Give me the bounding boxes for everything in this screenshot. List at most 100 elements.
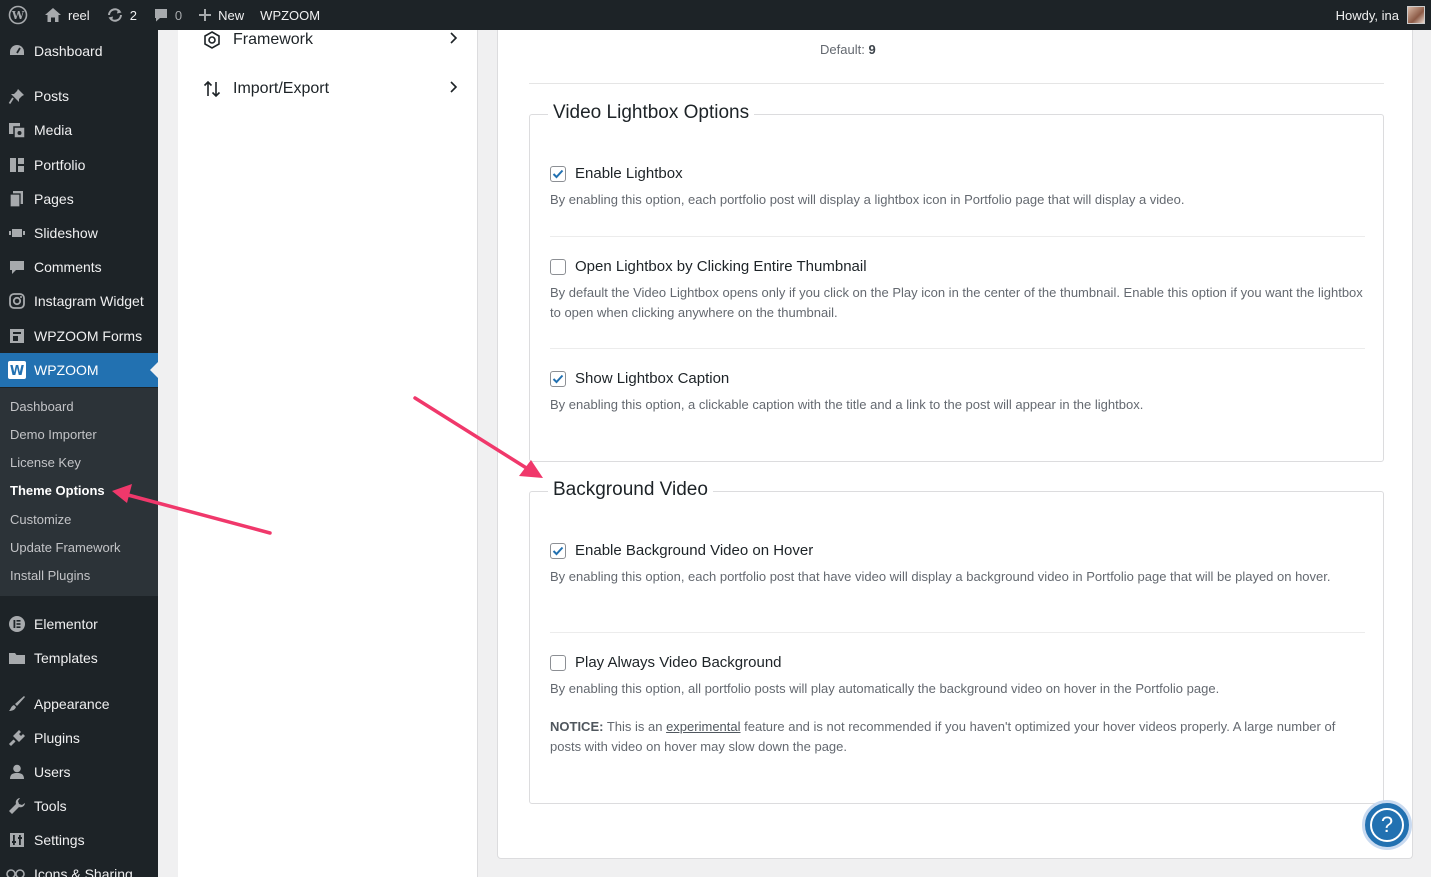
sidebar-item-label: Comments	[34, 259, 102, 275]
my-account[interactable]: Howdy, ina	[1336, 6, 1431, 24]
sidebar-item-plugins[interactable]: Plugins	[0, 721, 158, 755]
option-separator	[550, 236, 1365, 237]
submenu-item-customize[interactable]: Customize	[10, 512, 71, 527]
default-label: Default:	[820, 42, 865, 57]
folder-icon	[0, 649, 34, 667]
enable-lightbox-checkbox[interactable]	[550, 165, 566, 182]
chevron-right-icon	[448, 80, 458, 98]
option-separator	[550, 348, 1365, 349]
experimental-link[interactable]: experimental	[666, 719, 740, 734]
site-name: reel	[68, 7, 90, 23]
comment-bubble-icon	[153, 7, 169, 23]
instagram-icon	[0, 292, 34, 310]
submenu-item-license-key[interactable]: License Key	[10, 455, 81, 470]
sidebar-item-instagram-widget[interactable]: Instagram Widget	[0, 284, 158, 318]
show-lightbox-caption-checkbox[interactable]	[550, 370, 566, 387]
sidebar-item-posts[interactable]: Posts	[0, 79, 158, 113]
options-nav-label: Framework	[233, 31, 314, 48]
option-label-text: Play Always Video Background	[575, 654, 782, 671]
submenu-item-dashboard[interactable]: Dashboard	[10, 399, 74, 414]
option-label-text: Show Lightbox Caption	[575, 370, 730, 387]
howdy-text: Howdy, ina	[1335, 7, 1399, 23]
sidebar-item-label: Instagram Widget	[34, 293, 144, 309]
sidebar-item-label: Slideshow	[34, 225, 98, 241]
sidebar-item-slideshow[interactable]: Slideshow	[0, 216, 158, 250]
option-label-text: Open Lightbox by Clicking Entire Thumbna…	[575, 258, 867, 275]
sidebar-item-wpzoom-forms[interactable]: WPZOOM Forms	[0, 319, 158, 353]
option-description: By enabling this option, each portfolio …	[550, 569, 1331, 584]
sidebar-item-icons-sharing[interactable]: Icons & Sharing	[0, 857, 158, 877]
home-icon	[44, 7, 62, 23]
sidebar-item-comments[interactable]: Comments	[0, 250, 158, 284]
divider	[529, 83, 1384, 84]
sidebar-item-label: Dashboard	[34, 43, 103, 59]
portfolio-icon	[0, 156, 34, 174]
slideshow-icon	[0, 224, 34, 242]
svg-text:W: W	[11, 9, 25, 22]
wordpress-logo-icon: W	[8, 5, 28, 25]
sidebar-item-label: Plugins	[34, 730, 80, 746]
sidebar-item-tools[interactable]: Tools	[0, 789, 158, 823]
sidebar-item-label: Tools	[34, 798, 67, 814]
sidebar-item-portfolio[interactable]: Portfolio	[0, 148, 158, 182]
sidebar-item-settings[interactable]: Settings	[0, 823, 158, 857]
sidebar-item-label: Elementor	[34, 616, 98, 632]
user-icon	[0, 763, 34, 781]
site-name-link[interactable]: reel	[36, 0, 98, 30]
submenu-item-demo-importer[interactable]: Demo Importer	[10, 427, 97, 442]
comments-link[interactable]: 0	[145, 0, 190, 30]
options-nav-import-export[interactable]: Import/Export	[202, 77, 458, 101]
updates-link[interactable]: 2	[98, 0, 145, 30]
option-label[interactable]: Open Lightbox by Clicking Entire Thumbna…	[550, 258, 1365, 275]
option-label[interactable]: Enable Background Video on Hover	[550, 542, 1365, 559]
options-nav-framework[interactable]: Framework	[202, 30, 458, 50]
wpzoom-bar-link[interactable]: WPZOOM	[252, 0, 328, 30]
wordpress-logo-button[interactable]: W	[0, 0, 36, 30]
option-label[interactable]: Show Lightbox Caption	[550, 370, 1365, 387]
sidebar-item-users[interactable]: Users	[0, 755, 158, 789]
pin-icon	[0, 87, 34, 105]
video-lightbox-section: Video Lightbox Options Enable Lightbox B…	[529, 102, 1384, 462]
open-lightbox-thumbnail-checkbox[interactable]	[550, 258, 566, 275]
submenu-item-theme-options[interactable]: Theme Options	[10, 483, 105, 498]
help-button[interactable]: ?	[1362, 800, 1412, 850]
submenu-item-install-plugins[interactable]: Install Plugins	[10, 568, 90, 583]
sidebar-item-media[interactable]: Media	[0, 113, 158, 147]
plus-icon	[198, 8, 212, 22]
option-enable-lightbox: Enable Lightbox By enabling this option,…	[550, 165, 1365, 210]
sidebar-item-label: Settings	[34, 832, 85, 848]
sidebar-item-label: Pages	[34, 191, 74, 207]
sidebar-item-label: Appearance	[34, 696, 110, 712]
option-label[interactable]: Play Always Video Background	[550, 654, 1365, 671]
updates-count: 2	[129, 7, 137, 23]
sidebar-item-appearance[interactable]: Appearance	[0, 687, 158, 721]
sidebar-item-wpzoom[interactable]: W WPZOOM	[0, 353, 158, 387]
admin-sidebar: Dashboard Posts Media Portfolio Pages Sl…	[0, 30, 158, 877]
sidebar-item-pages[interactable]: Pages	[0, 182, 158, 216]
submenu-item-update-framework[interactable]: Update Framework	[10, 540, 121, 555]
chevron-right-icon	[448, 31, 458, 49]
sidebar-item-label: Posts	[34, 88, 70, 104]
enable-background-video-checkbox[interactable]	[550, 542, 566, 559]
option-label[interactable]: Enable Lightbox	[550, 165, 1365, 182]
options-nav-panel: Framework Import/Export	[178, 30, 478, 877]
forms-icon	[0, 327, 34, 345]
theme-options-panel: Default: 9 Video Lightbox Options Enable…	[497, 30, 1413, 859]
sidebar-item-elementor[interactable]: Elementor	[0, 607, 158, 641]
plugin-icon	[0, 729, 34, 747]
option-show-lightbox-caption: Show Lightbox Caption By enabling this o…	[550, 370, 1365, 415]
play-always-video-checkbox[interactable]	[550, 654, 566, 671]
option-label-text: Enable Background Video on Hover	[575, 542, 814, 559]
option-play-always-video: Play Always Video Background By enabling…	[550, 654, 1365, 757]
sidebar-item-label: Icons & Sharing	[34, 866, 133, 877]
option-open-lightbox-thumbnail: Open Lightbox by Clicking Entire Thumbna…	[550, 258, 1365, 323]
new-content-link[interactable]: New	[190, 0, 252, 30]
sidebar-item-templates[interactable]: Templates	[0, 641, 158, 675]
pages-icon	[0, 190, 34, 208]
section-title: Background Video	[548, 479, 713, 501]
updates-icon	[106, 7, 124, 23]
section-title: Video Lightbox Options	[548, 102, 755, 124]
sidebar-item-label: WPZOOM Forms	[34, 328, 143, 344]
sidebar-item-dashboard[interactable]: Dashboard	[0, 34, 158, 68]
option-description: By enabling this option, each portfolio …	[550, 192, 1185, 207]
